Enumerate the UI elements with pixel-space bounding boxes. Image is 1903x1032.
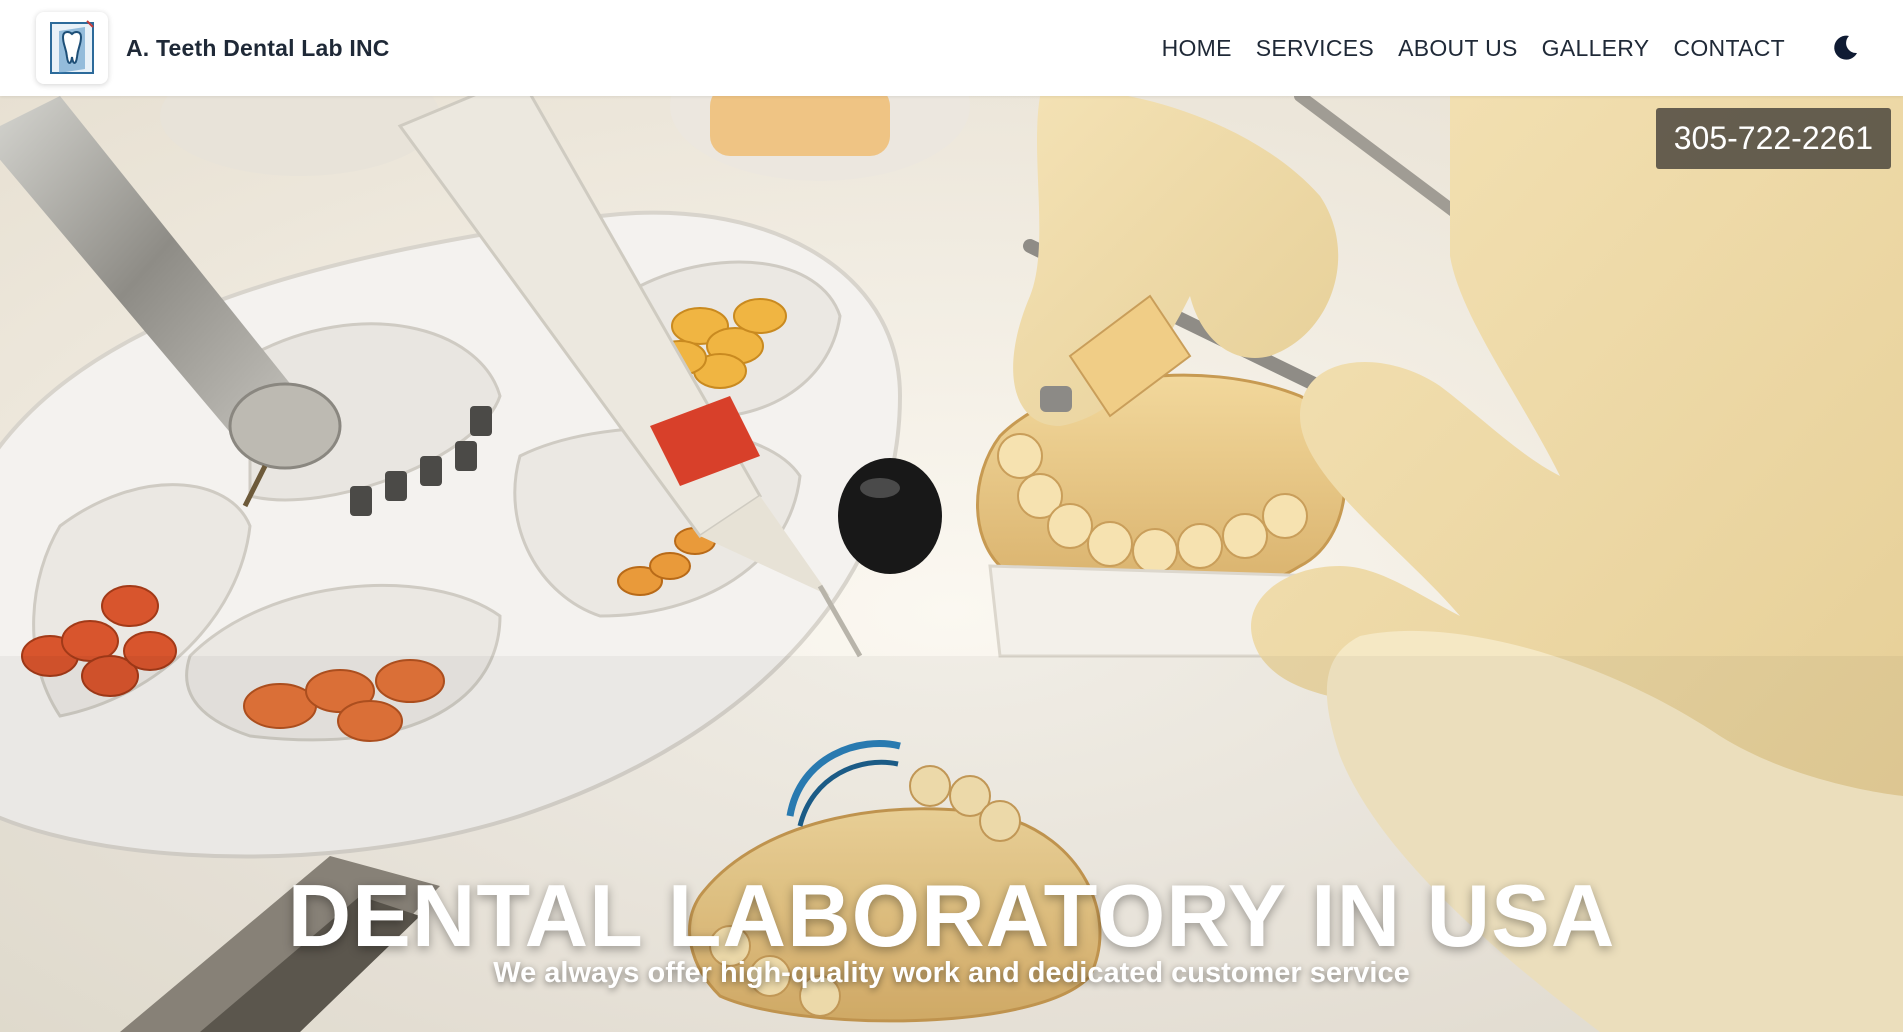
brand-name: A. Teeth Dental Lab INC: [126, 34, 390, 61]
brand-link[interactable]: A. Teeth Dental Lab INC: [36, 12, 390, 84]
nav-item-home[interactable]: HOME: [1162, 35, 1232, 62]
page: A. Teeth Dental Lab INC HOME SERVICES AB…: [0, 0, 1903, 1032]
hero-title: DENTAL LABORATORY IN USA: [287, 865, 1616, 965]
nav-item-services[interactable]: SERVICES: [1256, 35, 1374, 62]
nav-item-about-us[interactable]: ABOUT US: [1398, 35, 1518, 62]
main-nav: HOME SERVICES ABOUT US GALLERY CONTACT: [1162, 0, 1785, 96]
hero-subtitle: We always offer high-quality work and de…: [493, 957, 1410, 989]
site-header: A. Teeth Dental Lab INC HOME SERVICES AB…: [0, 0, 1903, 96]
nav-item-gallery[interactable]: GALLERY: [1542, 35, 1650, 62]
nav-item-contact[interactable]: CONTACT: [1673, 35, 1785, 62]
moon-icon: [1834, 35, 1857, 60]
theme-toggle-button[interactable]: [1827, 30, 1863, 66]
hero-section: 305-722-2261 DENTAL LABORATORY IN USA We…: [0, 96, 1903, 1032]
tooth-logo-icon: [36, 12, 108, 84]
phone-number-button[interactable]: 305-722-2261: [1655, 108, 1891, 169]
